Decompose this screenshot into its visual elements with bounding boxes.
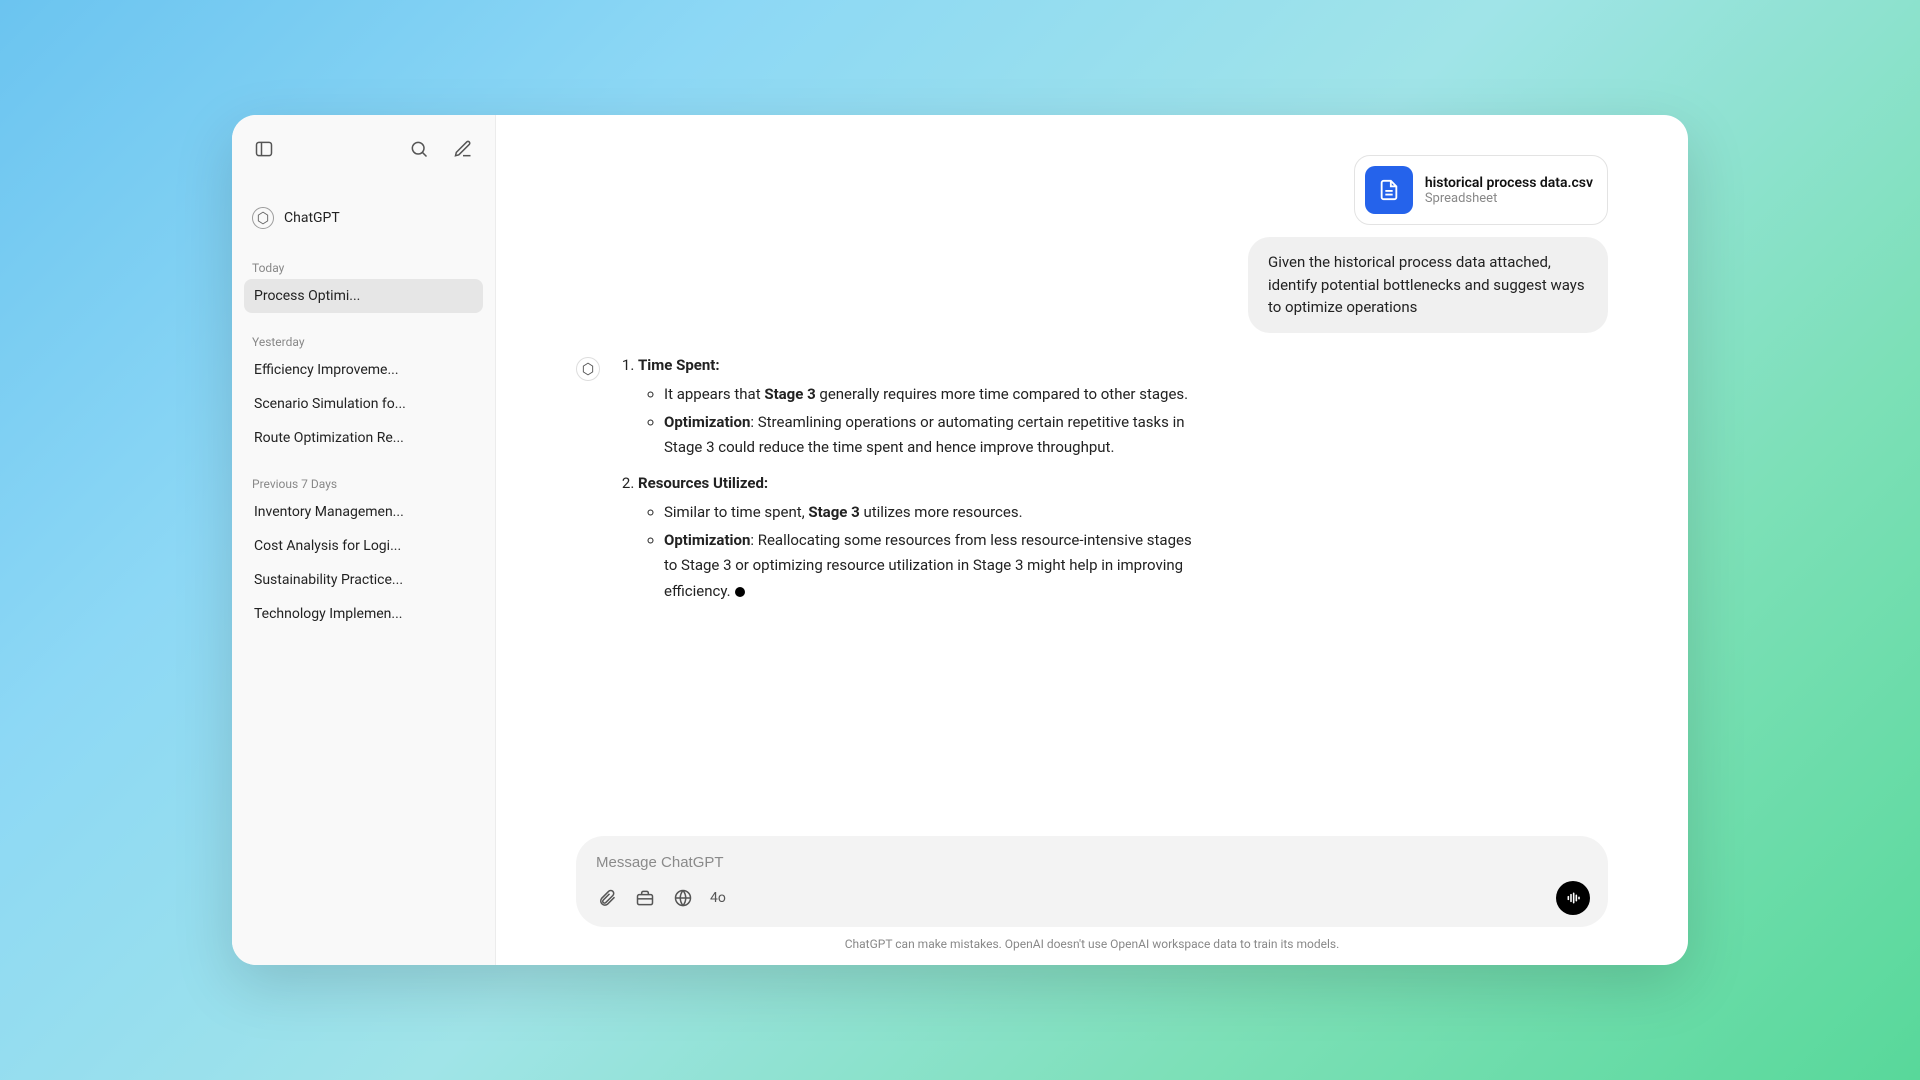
compose-icon [453,139,473,159]
assistant-bullet: Optimization: Streamlining operations or… [664,410,1198,461]
typing-cursor-icon [735,587,745,597]
new-chat-button[interactable] [447,133,479,165]
file-icon [1365,166,1413,214]
globe-icon [673,888,693,908]
brand-label: ChatGPT [284,210,340,226]
assistant-bullet: Optimization: Reallocating some resource… [664,528,1198,605]
conversation-item[interactable]: Efficiency Improveme... [244,353,483,387]
file-name: historical process data.csv [1425,175,1593,191]
composer-toolbar: 4o [596,881,1590,915]
assistant-list-item: Resources Utilized:Similar to time spent… [638,471,1198,605]
assistant-content: Time Spent:It appears that Stage 3 gener… [618,353,1198,615]
file-attachment[interactable]: historical process data.csv Spreadsheet [1354,155,1608,225]
conversation-item[interactable]: Sustainability Practice... [244,563,483,597]
toggle-sidebar-button[interactable] [248,133,280,165]
composer-wrap: 4o [496,836,1688,937]
user-message-bubble: Given the historical process data attach… [1248,237,1608,333]
sidebar-top [244,129,483,169]
tools-button[interactable] [634,887,656,909]
assistant-list-item: Time Spent:It appears that Stage 3 gener… [638,353,1198,461]
conversation-item[interactable]: Inventory Managemen... [244,495,483,529]
assistant-bullet: Similar to time spent, Stage 3 utilizes … [664,500,1198,526]
conversation-list: TodayProcess Optimi... YesterdayEfficienc… [244,239,483,631]
app-window: ChatGPT TodayProcess Optimi... YesterdayE… [232,115,1688,965]
attach-button[interactable] [596,887,618,909]
conversation-item[interactable]: Scenario Simulation fo... [244,387,483,421]
chat-area[interactable]: historical process data.csv Spreadsheet … [496,115,1688,836]
waveform-icon [1565,890,1581,906]
voice-button[interactable] [1556,881,1590,915]
web-button[interactable] [672,887,694,909]
sidebar: ChatGPT TodayProcess Optimi... YesterdayE… [232,115,496,965]
composer: 4o [576,836,1608,927]
section-heading: Today [244,253,483,279]
toolbox-icon [635,888,655,908]
model-selector[interactable]: 4o [710,890,726,906]
conversation-item[interactable]: Technology Implemen... [244,597,483,631]
conversation-item[interactable]: Route Optimization Re... [244,421,483,455]
assistant-bullet: It appears that Stage 3 generally requir… [664,382,1198,408]
search-button[interactable] [403,133,435,165]
paperclip-icon [597,888,617,908]
message-input[interactable] [596,854,1590,871]
main-area: historical process data.csv Spreadsheet … [496,115,1688,965]
section-heading: Yesterday [244,327,483,353]
file-type: Spreadsheet [1425,191,1593,206]
sidebar-toggle-icon [254,139,274,159]
conversation-item[interactable]: Cost Analysis for Logi... [244,529,483,563]
section-heading: Previous 7 Days [244,469,483,495]
openai-logo-icon [252,207,274,229]
assistant-message: Time Spent:It appears that Stage 3 gener… [576,353,1608,615]
file-meta: historical process data.csv Spreadsheet [1425,175,1593,206]
conversation-item[interactable]: Process Optimi... [244,279,483,313]
search-icon [409,139,429,159]
assistant-avatar-icon [576,357,600,381]
brand-row[interactable]: ChatGPT [244,197,483,239]
user-message-group: historical process data.csv Spreadsheet … [576,155,1608,333]
footer-note: ChatGPT can make mistakes. OpenAI doesn'… [496,937,1688,965]
